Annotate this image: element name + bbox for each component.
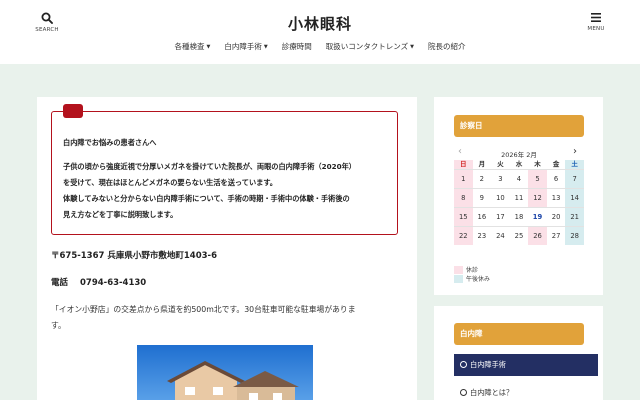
calendar-day-afternoon-off: 14 (565, 188, 584, 207)
menu-button[interactable]: MENU (576, 12, 616, 32)
calendar-day: 6 (546, 169, 566, 188)
sidebar-calendar-widget: 診察日 ‹ 2026年 2月 › 日 月 火 水 木 金 土 1 2 3 4 5… (434, 97, 603, 295)
weekday-tue: 火 (497, 160, 504, 168)
calendar-legend: 休診 午後休み (454, 265, 490, 283)
main-content: 白内障でお悩みの患者さんへ 子供の頃から強度近視で分厚いメガネを掛けていた院長が… (37, 97, 417, 400)
site-title[interactable]: 小林眼科 (0, 13, 640, 34)
calendar-day: 20 (546, 207, 566, 226)
calendar-day-closed: 26 (528, 226, 547, 245)
notice-line: 子供の頃から強度近視で分厚いメガネを掛けていた院長が、両眼の白内障手術（2020… (63, 162, 356, 171)
calendar-day: 17 (491, 207, 510, 226)
calendar-weekday-row: 日 月 火 水 木 金 土 (454, 160, 584, 169)
calendar-day: 2 (472, 169, 492, 188)
circle-bullet-icon (460, 389, 467, 396)
sidebar-cataract-widget: 白内障 白内障手術 白内障とは？ (434, 306, 603, 400)
global-nav: 各種検査 ▼ 白内障手術 ▼ 診療時間 取扱いコンタクトレンズ ▼ 院長の紹介 (0, 41, 640, 52)
nav-item-director[interactable]: 院長の紹介 (428, 41, 466, 52)
calendar-day: 11 (509, 188, 529, 207)
notice-line: 体験してみないと分からない白内障手術について、手術の時期・手術中の体験・手術後の (63, 194, 350, 203)
phone-label: 電話 (51, 278, 69, 288)
calendar-heading: 診察日 (454, 115, 584, 137)
circle-bullet-icon (460, 361, 467, 368)
calendar-day: 3 (491, 169, 510, 188)
calendar-week-row: 1 2 3 4 5 6 7 (454, 169, 584, 188)
calendar-day-closed: 5 (528, 169, 547, 188)
calendar-day: 13 (546, 188, 566, 207)
weekday-mon: 月 (478, 160, 486, 168)
access-description: 「イオン小野店」の交差点から県道を約500m北です。30台駐車可能な駐車場があり… (51, 305, 356, 330)
weekday-wed: 水 (515, 160, 523, 168)
calendar-week-row: 15 16 17 18 19 20 21 (454, 207, 584, 226)
chevron-down-icon: ▼ (410, 44, 414, 50)
clinic-phone: 電話 0794-63-4130 (51, 276, 146, 288)
clinic-building-photo (137, 345, 313, 400)
weekday-thu: 木 (534, 160, 541, 168)
menu-label: MENU (587, 26, 605, 32)
calendar-day: 23 (472, 226, 492, 245)
notice-line: を受けて、現在はほとんどメガネの要らない生活を送っています。 (63, 178, 277, 187)
calendar-day-afternoon-off: 21 (565, 207, 584, 226)
cataract-heading: 白内障 (454, 323, 584, 345)
calendar-week-row: 8 9 10 11 12 13 14 (454, 188, 584, 207)
calendar-grid: 日 月 火 水 木 金 土 1 2 3 4 5 6 7 8 9 10 11 12… (454, 160, 584, 245)
legend-swatch-afternoon (454, 274, 463, 283)
chevron-right-icon[interactable]: › (573, 147, 577, 157)
nav-item-exams[interactable]: 各種検査 ▼ (175, 41, 211, 52)
calendar-month-label: 2026年 2月 (501, 151, 537, 159)
weekday-fri: 金 (552, 160, 560, 168)
site-header: SEARCH 小林眼科 MENU 各種検査 ▼ 白内障手術 ▼ 診療時間 取扱いコン… (0, 0, 640, 64)
nav-item-contact-lenses[interactable]: 取扱いコンタクトレンズ ▼ (326, 41, 414, 52)
calendar-day-closed: 22 (454, 226, 473, 245)
calendar-day-afternoon-off: 7 (565, 169, 584, 188)
legend-afternoon-off: 午後休み (454, 274, 490, 283)
hamburger-menu-icon (591, 13, 601, 22)
sidebar-item-what-is-cataract[interactable]: 白内障とは？ (454, 382, 598, 400)
notice-heading: 白内障でお悩みの患者さんへ (63, 138, 157, 147)
weekday-sun: 日 (454, 160, 473, 169)
notice-box: 白内障でお悩みの患者さんへ 子供の頃から強度近視で分厚いメガネを掛けていた院長が… (51, 104, 398, 235)
calendar-day: 9 (472, 188, 492, 207)
calendar-day-closed: 8 (454, 188, 473, 207)
notice-line: 見え方などを丁寧に説明致します。 (63, 210, 178, 219)
calendar-day-closed: 1 (454, 169, 473, 188)
calendar-day: 27 (546, 226, 566, 245)
weekday-sat: 土 (565, 160, 584, 169)
calendar-day-afternoon-off: 28 (565, 226, 584, 245)
calendar-day: 4 (509, 169, 529, 188)
sidebar-item-cataract-surgery[interactable]: 白内障手術 (454, 354, 598, 376)
calendar-day: 24 (491, 226, 510, 245)
phone-number[interactable]: 0794-63-4130 (80, 278, 146, 288)
chevron-down-icon: ▼ (263, 44, 268, 50)
nav-item-cataract-surgery[interactable]: 白内障手術 ▼ (224, 41, 267, 52)
calendar-day: 10 (491, 188, 510, 207)
clinic-address: 〒675-1367 兵庫県小野市敷地町1403-6 (51, 251, 217, 261)
legend-closed: 休診 (454, 265, 490, 274)
calendar-day-closed: 12 (528, 188, 547, 207)
chevron-down-icon: ▼ (206, 44, 211, 50)
legend-swatch-closed (454, 265, 463, 274)
calendar-day-closed: 15 (454, 207, 473, 226)
calendar-day: 16 (472, 207, 492, 226)
calendar-day: 25 (509, 226, 529, 245)
calendar-day: 18 (509, 207, 529, 226)
notice-tab (63, 104, 83, 118)
calendar-day-today: 19 (528, 207, 547, 226)
nav-item-hours[interactable]: 診療時間 (282, 41, 312, 52)
calendar-week-row: 22 23 24 25 26 27 28 (454, 226, 584, 245)
